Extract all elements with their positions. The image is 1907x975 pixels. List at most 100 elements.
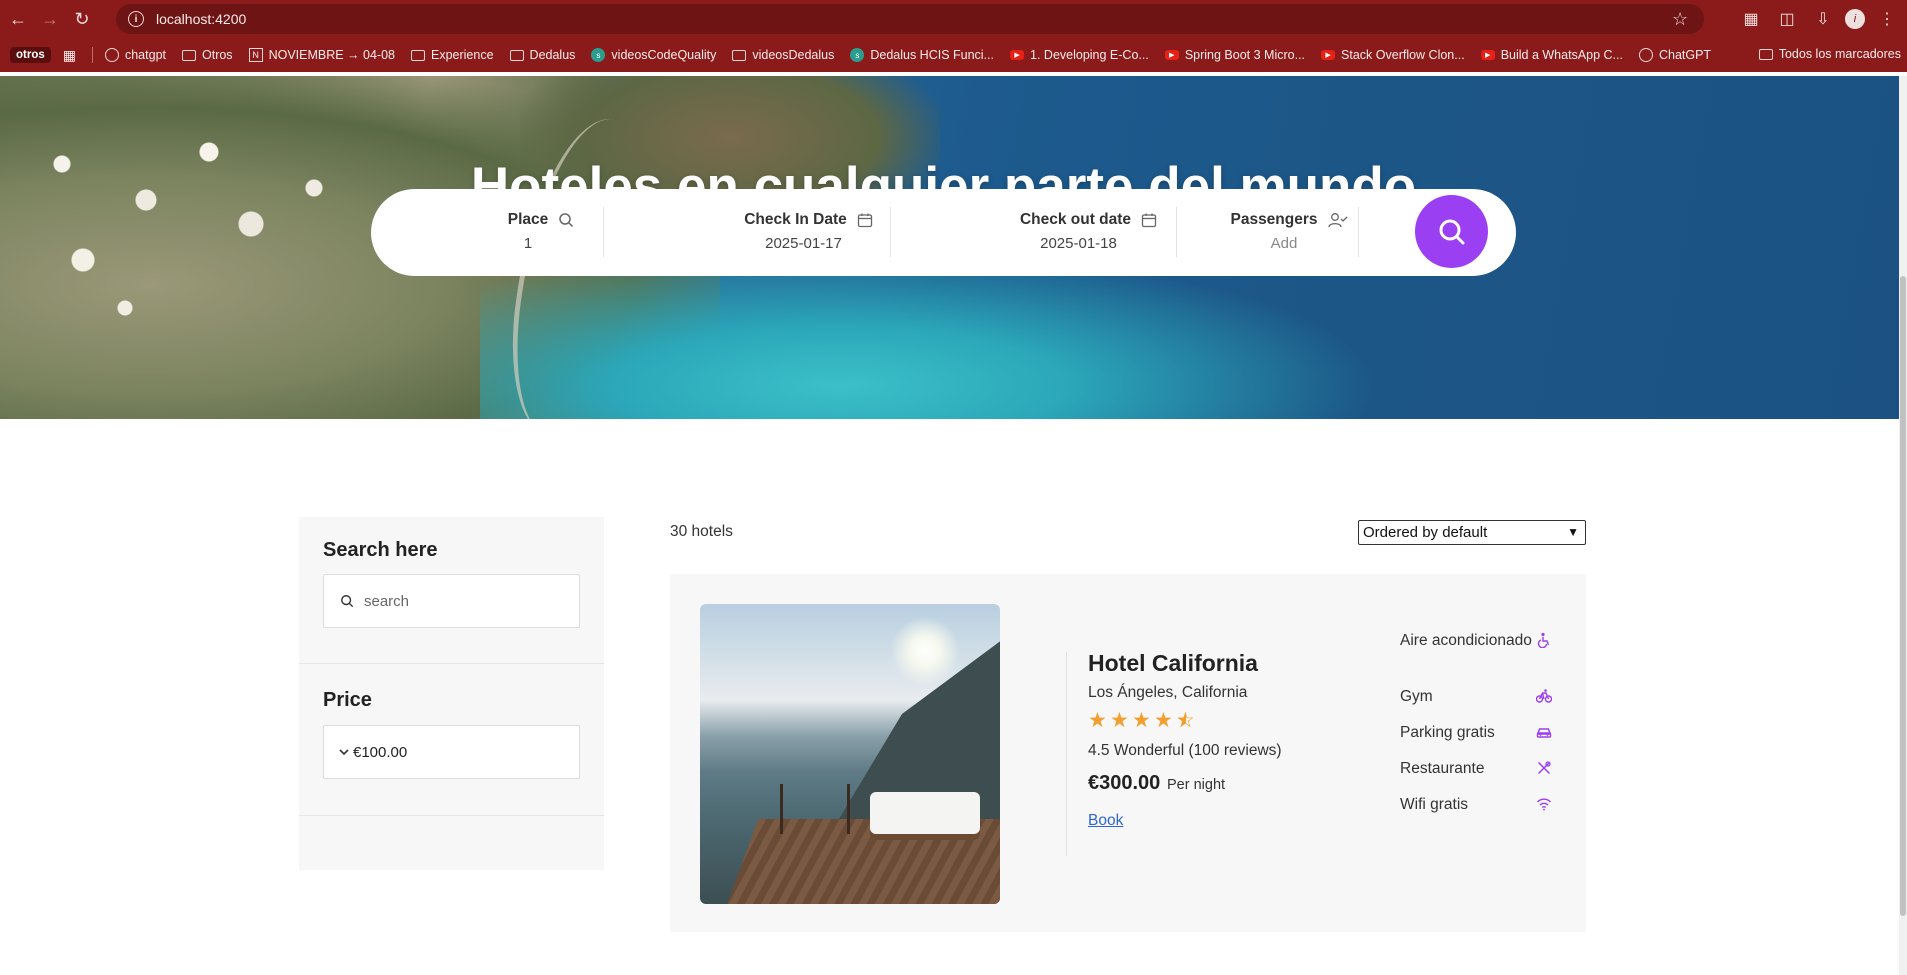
hotel-location: Los Ángeles, California	[1088, 684, 1248, 701]
user-check-icon	[1327, 213, 1347, 228]
hotel-price: €300.00	[1088, 772, 1161, 794]
book-link[interactable]: Book	[1088, 812, 1123, 830]
search-divider	[890, 207, 891, 257]
bookmark-item[interactable]: Dedalus	[509, 48, 575, 62]
bookmark-label: Stack Overflow Clon...	[1341, 48, 1465, 62]
sidebar-divider	[299, 815, 604, 816]
price-select[interactable]: €100.00	[323, 725, 580, 779]
page-viewport: Hoteles en cualquier parte del mundo Bus…	[0, 76, 1899, 975]
chevron-down-icon	[339, 749, 349, 756]
chatgpt-icon	[1638, 48, 1653, 62]
price-value: €100.00	[353, 743, 408, 761]
browser-toolbar: ← → ↻ i localhost:4200 ☆ ▦ ◫ ⇩ i ⋮	[0, 0, 1907, 38]
bookmark-star-icon[interactable]: ☆	[1672, 9, 1692, 29]
card-divider	[1066, 652, 1067, 856]
bookmark-label: Otros	[202, 48, 233, 62]
bookmark-separator	[91, 47, 93, 63]
passengers-value: Add	[1270, 235, 1298, 252]
all-bookmarks-label: Todos los marcadores	[1778, 47, 1901, 61]
checkout-label: Check out date	[1019, 211, 1132, 228]
filter-sidebar: Search here search Price €100.00	[299, 517, 604, 870]
star-full-icon: ★	[1088, 709, 1107, 732]
apps-grid-icon[interactable]: ▦	[63, 47, 76, 64]
page-scrollbar[interactable]	[1899, 76, 1907, 975]
folder-icon	[411, 49, 425, 61]
sidebar-search-input[interactable]: search	[323, 574, 580, 628]
price-title: Price	[323, 689, 372, 711]
checkin-field[interactable]: Check In Date 2025-01-17	[721, 211, 896, 252]
bookmark-item[interactable]: Otros	[182, 48, 233, 62]
folder-icon	[1758, 48, 1773, 60]
checkin-value: 2025-01-17	[765, 235, 842, 252]
bookmark-item[interactable]: videosDedalus	[732, 48, 834, 62]
wifi-icon	[1536, 798, 1552, 811]
order-value: Ordered by default	[1363, 524, 1488, 541]
bookmark-item[interactable]: s videosCodeQuality	[591, 48, 716, 62]
search-submit-button[interactable]	[1415, 195, 1488, 268]
search-divider	[1358, 207, 1359, 257]
bike-icon	[1536, 689, 1552, 703]
photo-chairs	[780, 784, 850, 834]
search-icon	[1439, 219, 1464, 244]
extensions-icon[interactable]: ◫	[1773, 6, 1801, 32]
bookmark-item[interactable]: s Dedalus HCIS Funci...	[850, 48, 994, 62]
passengers-field[interactable]: Passengers Add	[1219, 211, 1359, 252]
star-full-icon: ★	[1110, 709, 1129, 732]
forward-icon[interactable]: →	[34, 3, 66, 35]
place-field[interactable]: Place 1	[491, 211, 591, 252]
youtube-icon: ▶	[1010, 50, 1025, 60]
search-divider	[1176, 207, 1177, 257]
checkout-field[interactable]: Check out date 2025-01-18	[996, 211, 1181, 252]
scrollbar-thumb[interactable]	[1900, 276, 1906, 916]
bookmark-label: chatgpt	[124, 48, 166, 62]
profile-avatar[interactable]: i	[1845, 9, 1865, 29]
bookmark-label: Spring Boot 3 Micro...	[1184, 48, 1306, 62]
bookmark-item[interactable]: ▶ Spring Boot 3 Micro...	[1164, 48, 1306, 62]
menu-kebab-icon[interactable]: ⋮	[1873, 6, 1901, 32]
reload-icon[interactable]: ↻	[66, 3, 98, 35]
otros-badge[interactable]: otros	[10, 47, 51, 63]
all-bookmarks[interactable]: Todos los marcadores	[1758, 47, 1901, 61]
bookmark-item[interactable]: N NOVIEMBRE → 04-08	[248, 48, 395, 62]
calendar-icon	[857, 213, 872, 228]
site-info-icon[interactable]: i	[128, 11, 144, 27]
order-select[interactable]: Ordered by default ▼	[1358, 520, 1586, 545]
rating-text: 4.5 Wonderful (100 reviews)	[1088, 742, 1282, 759]
download-icon[interactable]: ⇩	[1809, 6, 1837, 32]
passengers-label: Passengers	[1230, 211, 1318, 228]
car-icon	[1536, 728, 1552, 738]
address-bar[interactable]: i localhost:4200 ☆	[116, 4, 1704, 34]
search-placeholder: search	[364, 592, 410, 610]
hotel-photo	[700, 604, 1000, 904]
bookmark-item[interactable]: ▶ Build a WhatsApp C...	[1480, 48, 1623, 62]
search-here-title: Search here	[323, 539, 438, 561]
rating-stars: ★ ★ ★ ★ ☆ ★	[1088, 709, 1196, 732]
bookmark-label: videosCodeQuality	[611, 48, 717, 62]
bookmark-item[interactable]: ChatGPT	[1638, 48, 1711, 62]
bookmark-item[interactable]: Experience	[411, 48, 494, 62]
folder-icon	[182, 49, 196, 61]
star-full-icon: ★	[1154, 709, 1173, 732]
calendar-icon	[1141, 213, 1157, 228]
price-per-night: Per night	[1167, 777, 1226, 793]
photo-bed	[870, 792, 980, 834]
bookmarks-bar: otros ▦ chatgpt Otros N NOVIEMBRE → 04-08 Ex…	[0, 38, 1907, 72]
bookmark-item[interactable]: ▶ 1. Developing E-Co...	[1010, 48, 1149, 62]
youtube-icon: ▶	[1164, 50, 1179, 60]
bookmark-item[interactable]: ▶ Stack Overflow Clon...	[1321, 48, 1465, 62]
star-half-icon: ☆ ★	[1176, 709, 1195, 732]
back-icon[interactable]: ←	[2, 3, 34, 35]
sidebar-divider	[299, 663, 604, 664]
hotel-card: Hotel California Los Ángeles, California…	[670, 574, 1586, 932]
search-icon	[559, 213, 574, 228]
bookmark-label: 1. Developing E-Co...	[1030, 48, 1149, 62]
bookmark-label: videosDedalus	[752, 48, 835, 62]
place-value: 1	[523, 235, 533, 252]
bookmark-item[interactable]: chatgpt	[104, 48, 166, 62]
search-icon	[341, 595, 354, 608]
hotel-name: Hotel California	[1088, 650, 1258, 676]
qr-code-icon[interactable]: ▦	[1737, 6, 1765, 32]
youtube-icon: ▶	[1480, 50, 1495, 60]
utensils-icon	[1537, 761, 1551, 775]
bookmark-label: Build a WhatsApp C...	[1500, 48, 1623, 62]
